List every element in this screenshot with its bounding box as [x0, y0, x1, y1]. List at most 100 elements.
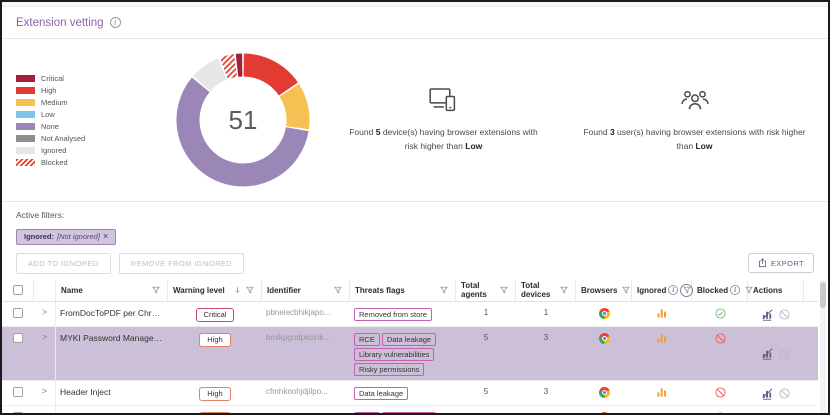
- table-scrollbar[interactable]: [820, 280, 826, 415]
- cell-name: Chrono Download Manager: [56, 406, 168, 415]
- expand-row-icon[interactable]: >: [42, 387, 47, 396]
- column-header-identifier: Identifier: [262, 280, 350, 301]
- cell-total-agents: 5: [456, 327, 516, 380]
- devices-count: 5: [376, 127, 381, 137]
- cell-ignored: [632, 406, 692, 415]
- ignore-action-icon[interactable]: [762, 309, 773, 321]
- extension-name: Header Inject: [60, 387, 111, 397]
- threat-flag-removed-from-store: Removed from store: [354, 308, 432, 321]
- app-frame: Extension vetting i CriticalHighMediumLo…: [0, 0, 830, 415]
- row-checkbox[interactable]: [13, 308, 23, 318]
- warning-level-badge: High: [199, 333, 230, 347]
- export-button[interactable]: EXPORT: [748, 253, 814, 273]
- threat-flag-data-leakage: Data leakage: [382, 412, 436, 415]
- user-group-icon: [680, 87, 710, 113]
- threat-flag-library-vulnerabilities: Library vulnerabilities: [354, 348, 434, 361]
- donut-segment-blocked[interactable]: [224, 66, 236, 69]
- table-row[interactable]: >FromDocToPDF per ChromeCriticalpbneiecb…: [2, 302, 818, 327]
- chrome-icon: [599, 412, 610, 415]
- select-all-checkbox[interactable]: [13, 285, 23, 295]
- sort-desc-icon[interactable]: [234, 286, 241, 294]
- filter-icon[interactable]: [437, 284, 450, 297]
- extension-identifier: mciiogijehkdem...: [266, 412, 328, 415]
- extension-name: MYKI Password Manager & A...: [60, 333, 164, 343]
- column-label: Ignored: [637, 286, 666, 295]
- row-checkbox[interactable]: [13, 333, 23, 343]
- block-action-icon[interactable]: [779, 388, 790, 399]
- ignore-action-icon[interactable]: [762, 388, 773, 400]
- cell-expand: >: [34, 302, 56, 326]
- cell-threats-flags: Data leakage: [350, 381, 456, 405]
- cell-blocked: [692, 381, 748, 405]
- filter-icon[interactable]: [331, 284, 344, 297]
- warning-level-badge: High: [199, 412, 230, 415]
- cell-total-agents: 5: [456, 381, 516, 405]
- column-header-name: Name: [56, 280, 168, 301]
- expand-row-icon[interactable]: >: [42, 308, 47, 317]
- scrollbar-thumb[interactable]: [820, 282, 826, 308]
- info-icon[interactable]: i: [730, 285, 740, 295]
- donut-segment-ignored[interactable]: [202, 69, 223, 84]
- donut-segment-high[interactable]: [244, 65, 289, 89]
- page-title: Extension vetting: [16, 17, 104, 29]
- cell-checkbox: [2, 381, 34, 405]
- ignored-bar-chart-icon: [657, 387, 667, 397]
- stats-section: Found 5 device(s) having browser extensi…: [318, 87, 820, 153]
- export-label: EXPORT: [771, 259, 804, 268]
- row-checkbox[interactable]: [13, 387, 23, 397]
- info-icon[interactable]: i: [668, 285, 678, 295]
- filter-icon[interactable]: [557, 284, 570, 297]
- warning-level-badge: High: [199, 387, 230, 401]
- devices-stat: Found 5 device(s) having browser extensi…: [318, 87, 569, 153]
- threat-flag-data-leakage: Data leakage: [382, 333, 436, 346]
- expand-row-icon[interactable]: >: [42, 412, 47, 415]
- column-label: Warning level: [173, 286, 225, 295]
- table-row[interactable]: > Header Inject High cfmhknohjdjilpo... Data…: [2, 381, 818, 406]
- risk-donut-chart: 51: [168, 45, 318, 195]
- table-header-row: NameWarning levelIdentifierThreats flags…: [2, 280, 818, 302]
- remove-from-ignored-button[interactable]: REMOVE FROM IGNORED: [119, 253, 244, 274]
- block-action-icon[interactable]: [779, 349, 790, 360]
- cell-total-devices: 1: [516, 302, 576, 326]
- ignored-bar-chart-icon: [657, 412, 667, 415]
- legend-swatch-critical: [16, 75, 35, 82]
- blocked-icon: [715, 333, 726, 344]
- cell-ignored: [632, 381, 692, 405]
- extension-identifier: pbneiecbhikjapo...: [266, 308, 331, 317]
- users-stat-text: Found 3 user(s) having browser extension…: [581, 125, 809, 153]
- filter-icon[interactable]: [149, 284, 162, 297]
- donut-svg: [168, 45, 318, 200]
- filter-chip-close-icon[interactable]: ×: [103, 232, 108, 241]
- cell-checkbox: [2, 327, 34, 380]
- filter-icon[interactable]: [243, 284, 256, 297]
- table-row[interactable]: > Chrono Download Manager High mciiogijehkd…: [2, 406, 818, 415]
- legend-label: Not Analysed: [41, 134, 85, 143]
- devices-stat-text: Found 5 device(s) having browser extensi…: [345, 125, 543, 153]
- legend-label: High: [41, 86, 56, 95]
- expand-row-icon[interactable]: >: [42, 333, 47, 342]
- column-header-devices: Total devices: [516, 280, 576, 301]
- table-row[interactable]: >MYKI Password Manager & A...Highbmikpgo…: [2, 327, 818, 381]
- title-info-icon[interactable]: i: [110, 17, 121, 28]
- filter-icon[interactable]: [619, 284, 632, 297]
- filter-icon[interactable]: [497, 284, 510, 297]
- extension-identifier: cfmhknohjdjilpo...: [266, 387, 328, 396]
- ignore-action-icon[interactable]: [762, 348, 773, 360]
- row-checkbox[interactable]: [13, 412, 23, 415]
- column-header-browsers: Browsers: [576, 280, 632, 301]
- cell-ignored: [632, 302, 692, 326]
- cell-warning-level: High: [168, 406, 262, 415]
- cell-actions: [748, 381, 804, 405]
- column-label: Browsers: [581, 286, 617, 295]
- filter-chip-ignored[interactable]: Ignored:[Not ignored] ×: [16, 229, 116, 245]
- legend-swatch-medium: [16, 99, 35, 106]
- cell-threats-flags: RCEData leakage...: [350, 406, 456, 415]
- cell-ignored: [632, 327, 692, 380]
- legend-item-low: Low: [16, 110, 162, 119]
- cell-browsers: [576, 327, 632, 380]
- ignored-bar-chart-icon: [657, 333, 667, 343]
- block-action-icon[interactable]: [779, 309, 790, 320]
- add-to-ignored-button[interactable]: ADD TO IGNORED: [16, 253, 111, 274]
- donut-segment-medium[interactable]: [289, 90, 298, 127]
- filter-chip-value: [Not ignored]: [57, 232, 100, 241]
